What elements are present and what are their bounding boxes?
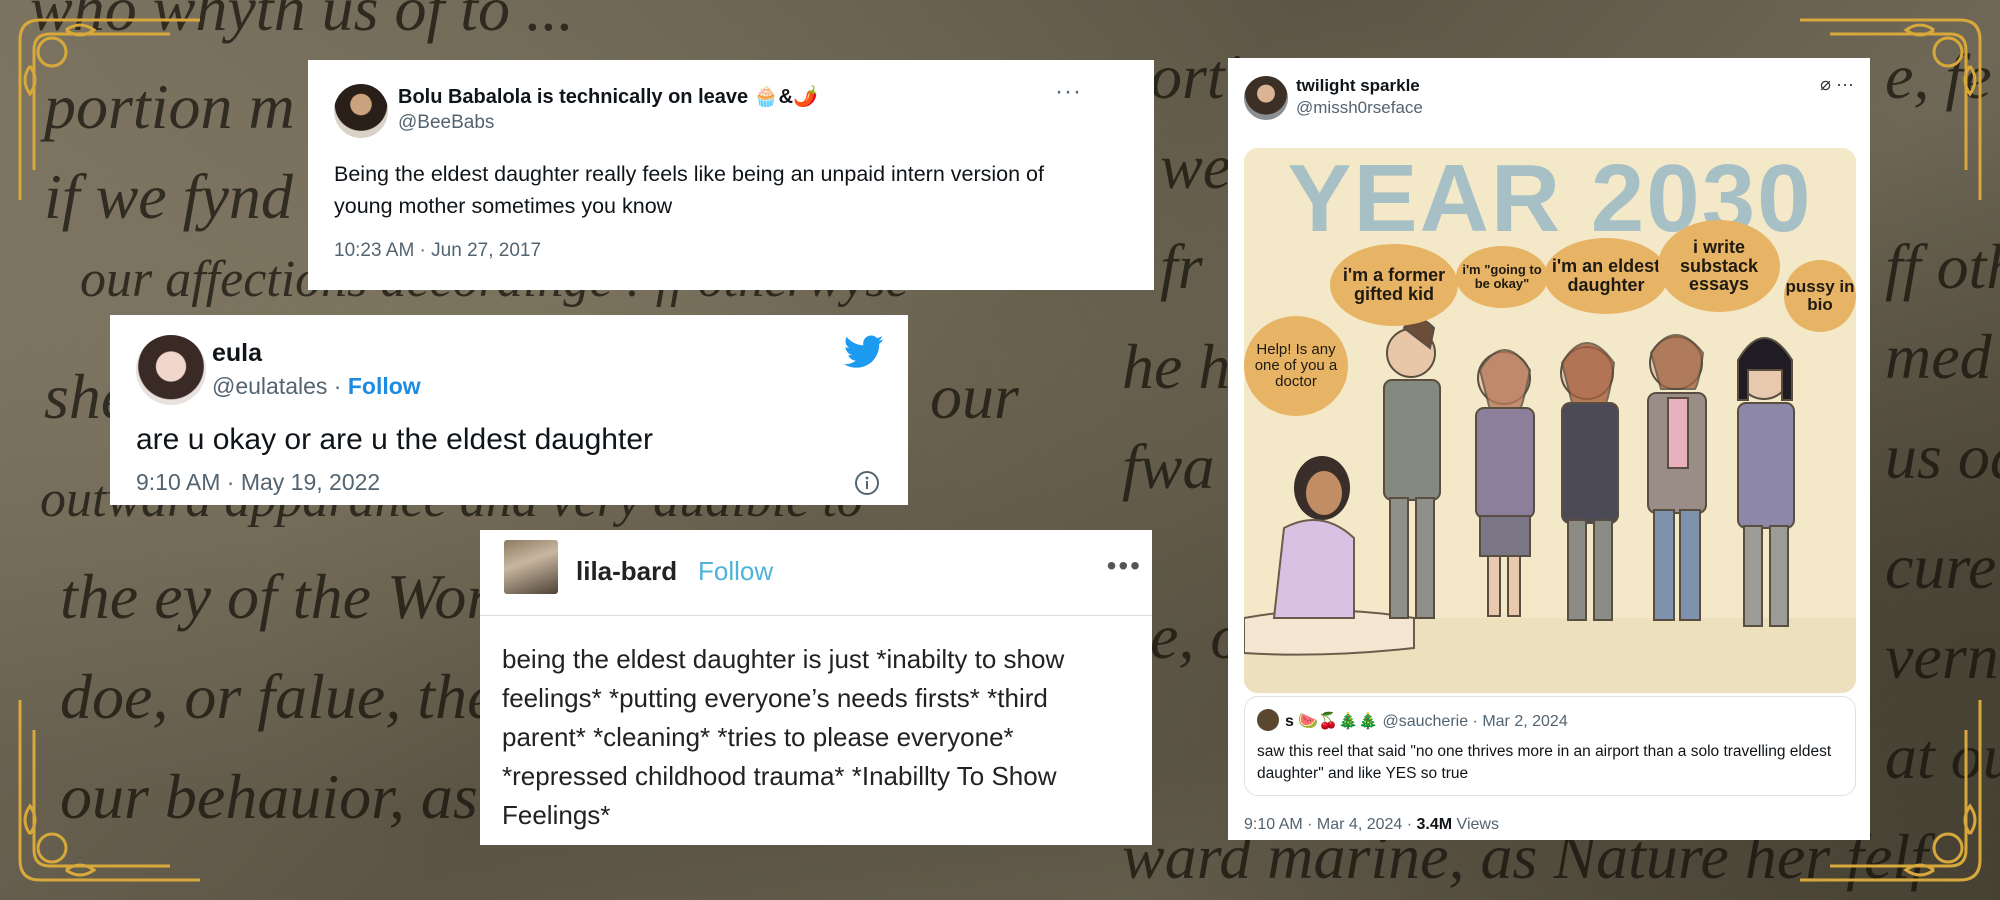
tumblr-post-card[interactable]: lila-bard Follow ••• being the eldest da… bbox=[480, 530, 1152, 845]
avatar[interactable] bbox=[504, 540, 558, 594]
quoted-date[interactable]: Mar 2, 2024 bbox=[1482, 713, 1567, 730]
quoted-text: saw this reel that said "no one thrives … bbox=[1257, 743, 1832, 782]
more-dots-icon[interactable]: ••• bbox=[1107, 550, 1142, 582]
background-text: fr bbox=[1160, 231, 1203, 302]
speech-bubble: i'm a former gifted kid bbox=[1330, 244, 1458, 326]
meme-image[interactable]: YEAR 2030 Help! Is any one of you a doct… bbox=[1244, 148, 1856, 693]
tweet-author-handle[interactable]: @eulatales bbox=[212, 373, 327, 399]
tweet-timestamp[interactable]: 9:10 AM · Mar 4, 2024 · bbox=[1244, 816, 1417, 833]
views-label: Views bbox=[1452, 816, 1499, 833]
info-icon[interactable] bbox=[854, 470, 880, 496]
more-dots-icon[interactable]: ··· bbox=[1836, 74, 1854, 94]
background-text: med o bbox=[1885, 321, 2000, 392]
tweet-card[interactable]: twilight sparkle @missh0rseface ⌀ ··· YE… bbox=[1228, 58, 1870, 840]
speech-bubble: i'm an eldest daughter bbox=[1544, 238, 1668, 314]
follow-button[interactable]: Follow bbox=[698, 556, 773, 587]
tweet-actions: ⌀ ··· bbox=[1820, 74, 1854, 95]
tweet-author-handle[interactable]: @BeeBabs bbox=[398, 112, 494, 134]
speech-bubble: i'm "going to be okay" bbox=[1456, 246, 1548, 308]
tweet-meta: 9:10 AM · Mar 4, 2024 · 3.4M Views bbox=[1244, 816, 1499, 834]
background-text: the ey of the World bbox=[60, 561, 542, 632]
tweet-card[interactable]: eula @eulatales · Follow are u okay or a… bbox=[110, 315, 908, 505]
background-text: he h bbox=[1122, 331, 1231, 402]
views-count: 3.4M bbox=[1416, 816, 1453, 833]
quoted-author-name[interactable]: s 🍉🍒🎄🎄 bbox=[1285, 713, 1378, 730]
tweet-text: Being the eldest daughter really feels l… bbox=[334, 162, 1044, 218]
avatar[interactable] bbox=[1244, 76, 1288, 120]
speech-bubble: Help! Is any one of you a doctor bbox=[1244, 316, 1348, 416]
divider bbox=[480, 615, 1152, 616]
avatar[interactable] bbox=[136, 335, 206, 405]
background-text: we bbox=[1160, 131, 1232, 202]
background-text: us od bbox=[1885, 421, 2000, 492]
ornament-corner-icon bbox=[18, 700, 200, 882]
ornament-corner-icon bbox=[18, 18, 200, 200]
tweet-author-name[interactable]: twilight sparkle bbox=[1296, 76, 1420, 96]
background-text: cure bbox=[1885, 531, 1997, 602]
tweet-author-name[interactable]: eula bbox=[212, 339, 262, 368]
background-text: vern a bbox=[1885, 621, 2000, 692]
speech-bubble: pussy in bio bbox=[1784, 260, 1856, 332]
background-text: ff oth bbox=[1885, 231, 2000, 302]
follow-button[interactable]: Follow bbox=[348, 373, 421, 399]
separator: · bbox=[1468, 713, 1483, 730]
tweet-card[interactable]: Bolu Babalola is technically on leave 🧁&… bbox=[308, 60, 1154, 290]
quoted-author-handle[interactable]: @saucherie bbox=[1382, 713, 1468, 730]
tweet-timestamp[interactable]: 10:23 AM · Jun 27, 2017 bbox=[334, 240, 541, 262]
tweet-text: are u okay or are u the eldest daughter bbox=[136, 423, 654, 456]
twitter-bird-icon[interactable] bbox=[844, 335, 884, 369]
background-text: fwa bbox=[1122, 431, 1215, 502]
separator: · bbox=[327, 373, 348, 399]
tweet-author-handle[interactable]: @missh0rseface bbox=[1296, 98, 1423, 118]
background-text: our bbox=[930, 361, 1019, 432]
tweet-timestamp[interactable]: 9:10 AM · May 19, 2022 bbox=[136, 469, 380, 496]
post-author-name[interactable]: lila-bard bbox=[576, 556, 677, 587]
post-text: being the eldest daughter is just *inabi… bbox=[502, 644, 1065, 830]
tweet-handle-line: @eulatales · Follow bbox=[212, 373, 421, 400]
speech-bubble: i write substack essays bbox=[1658, 220, 1780, 312]
quoted-author-line: s 🍉🍒🎄🎄 @saucherie · Mar 2, 2024 bbox=[1285, 711, 1568, 731]
tweet-author-name[interactable]: Bolu Babalola is technically on leave 🧁&… bbox=[398, 84, 818, 109]
avatar[interactable] bbox=[1257, 709, 1279, 731]
quoted-tweet[interactable]: s 🍉🍒🎄🎄 @saucherie · Mar 2, 2024 saw this… bbox=[1244, 696, 1856, 796]
avatar[interactable] bbox=[334, 84, 388, 138]
more-dots-icon[interactable]: ··· bbox=[1055, 78, 1082, 106]
grok-icon[interactable]: ⌀ bbox=[1820, 74, 1831, 94]
